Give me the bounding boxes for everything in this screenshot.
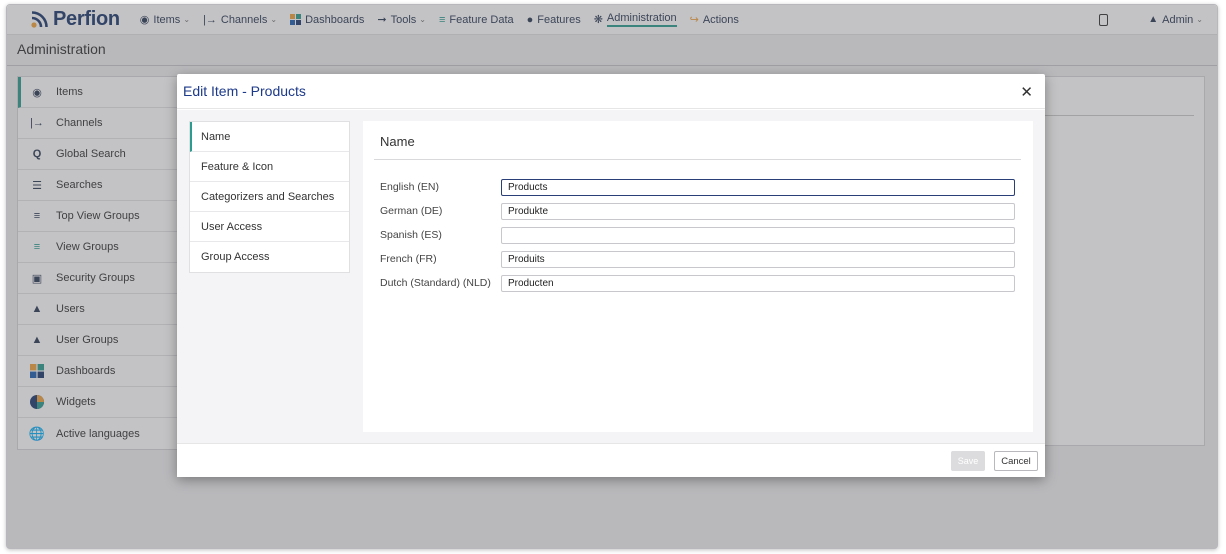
field-row-german: German (DE) <box>380 202 1020 220</box>
french-name-input[interactable] <box>501 250 1015 268</box>
field-label: French (FR) <box>380 253 437 265</box>
field-row-spanish: Spanish (ES) <box>380 226 1020 244</box>
edit-item-dialog: Edit Item - Products ✕ Name Feature & Ic… <box>177 74 1045 477</box>
spanish-name-input[interactable] <box>501 226 1015 244</box>
tab-name[interactable]: Name <box>190 122 349 152</box>
dialog-tabs: Name Feature & Icon Categorizers and Sea… <box>189 121 350 273</box>
name-section: Name English (EN) German (DE) Spanish (E… <box>363 121 1033 432</box>
field-row-english: English (EN) <box>380 178 1020 196</box>
app-window: Perfion ◉ Items ⌄ |→ Channels ⌄ Dashboar… <box>6 4 1218 549</box>
field-row-french: French (FR) <box>380 250 1020 268</box>
tab-categorizers-searches[interactable]: Categorizers and Searches <box>190 182 349 212</box>
tab-group-access[interactable]: Group Access <box>190 242 349 272</box>
section-title: Name <box>380 134 415 149</box>
field-label: English (EN) <box>380 181 439 193</box>
english-name-input[interactable] <box>501 178 1015 196</box>
cancel-button[interactable]: Cancel <box>994 451 1038 471</box>
field-row-dutch: Dutch (Standard) (NLD) <box>380 274 1020 292</box>
tab-feature-icon[interactable]: Feature & Icon <box>190 152 349 182</box>
dialog-header: Edit Item - Products ✕ <box>177 74 1045 109</box>
german-name-input[interactable] <box>501 202 1015 220</box>
dialog-footer: Save Cancel <box>177 443 1045 477</box>
dialog-body: Name Feature & Icon Categorizers and Sea… <box>177 110 1045 443</box>
dutch-name-input[interactable] <box>501 274 1015 292</box>
field-label: German (DE) <box>380 205 443 217</box>
field-label: Dutch (Standard) (NLD) <box>380 277 491 289</box>
close-icon[interactable]: ✕ <box>1020 83 1033 101</box>
save-button[interactable]: Save <box>951 451 985 471</box>
dialog-title: Edit Item - Products <box>183 83 306 99</box>
divider <box>374 159 1021 160</box>
tab-user-access[interactable]: User Access <box>190 212 349 242</box>
field-label: Spanish (ES) <box>380 229 442 241</box>
